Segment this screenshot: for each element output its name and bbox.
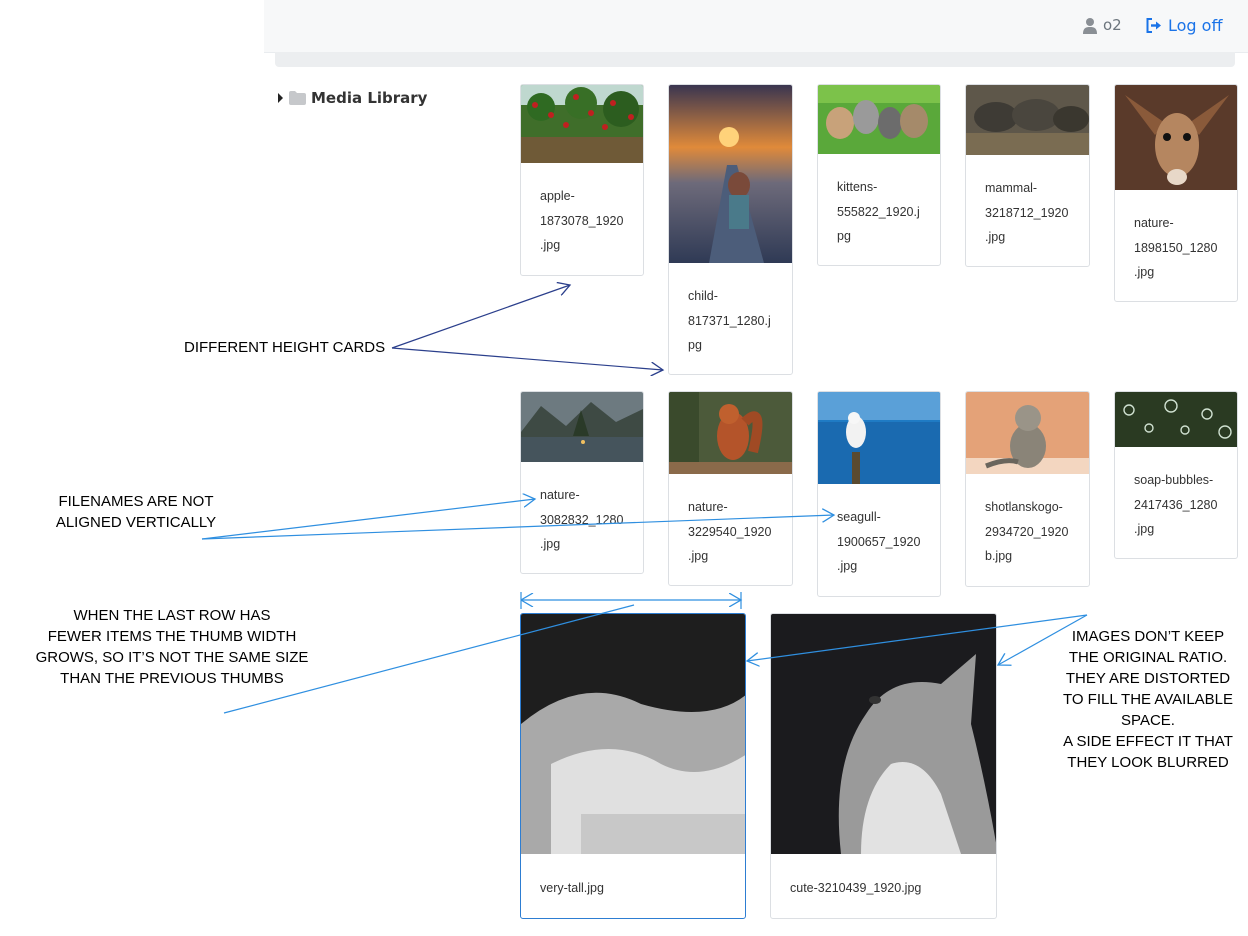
- annotation-arrows: [201, 0, 1088, 714]
- arrow-last-row-pointer: [223, 604, 635, 714]
- arrow-to-apple-card: [391, 285, 570, 349]
- arrow-to-very-tall: [747, 614, 1088, 661]
- arrow-to-filename-2: [201, 515, 834, 540]
- arrow-to-child-card: [391, 347, 663, 370]
- arrow-to-cute: [998, 614, 1088, 665]
